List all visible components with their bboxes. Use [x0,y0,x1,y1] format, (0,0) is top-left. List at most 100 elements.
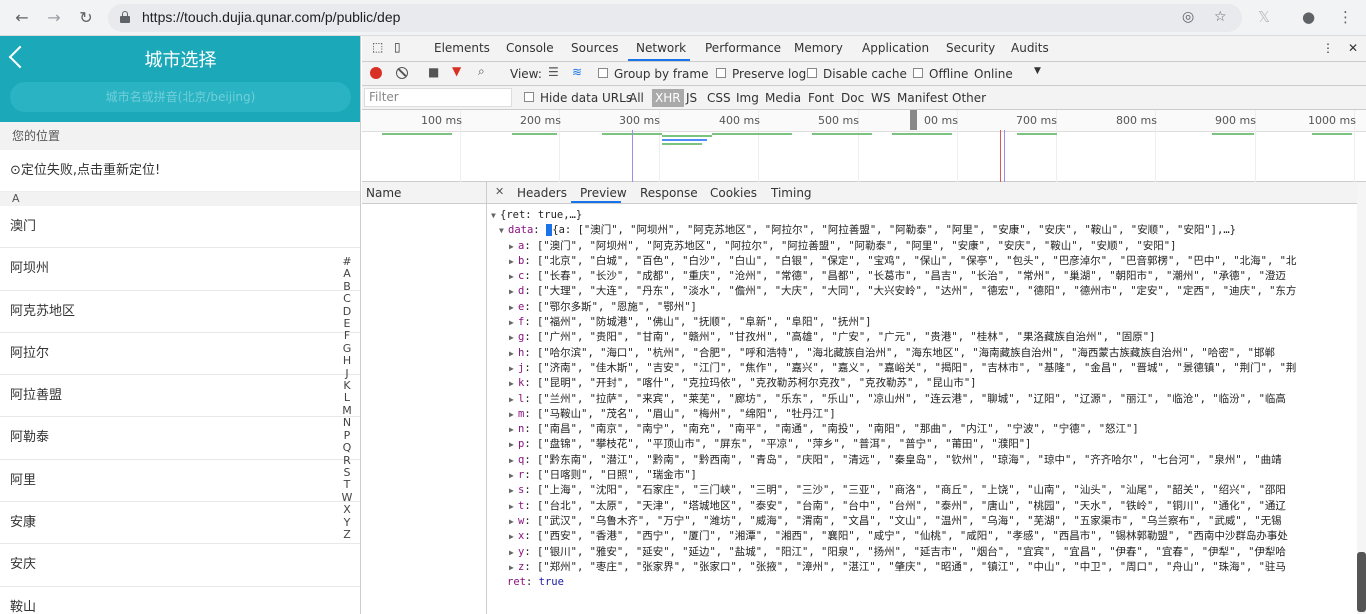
expand-triangle-icon[interactable]: ▶ [509,545,518,560]
name-column-header[interactable]: Name [362,182,486,204]
filter-type-doc[interactable]: Doc [841,91,864,105]
city-item[interactable]: 阿克苏地区 [0,291,360,333]
alpha-index-letter[interactable]: T [341,478,353,491]
expand-triangle-icon[interactable]: ▶ [509,437,518,452]
filter-type-manifest[interactable]: Manifest [897,91,948,105]
json-array-row[interactable]: ▶ n: ["南昌", "南京", "南宁", "南充", "南平", "南通",… [487,422,1357,437]
city-item[interactable]: 鞍山 [0,587,360,614]
throttle-select[interactable]: Online [974,67,1013,81]
city-item[interactable]: 阿勒泰 [0,417,360,460]
back-arrow-icon[interactable]: ← [12,8,32,28]
collapse-triangle-icon[interactable]: ▼ [491,208,500,223]
tab-cookies[interactable]: Cookies [710,186,757,200]
city-search-input[interactable]: 城市名或拼音(北京/beijing) [10,82,351,112]
group-by-frame-checkbox[interactable] [598,68,608,78]
alpha-index-letter[interactable]: X [341,503,353,516]
json-array-row[interactable]: ▶ m: ["马鞍山", "茂名", "眉山", "梅州", "绵阳", "牡丹江… [487,407,1357,422]
json-array-row[interactable]: ▶ x: ["西安", "香港", "西宁", "厦门", "湘潭", "湘西",… [487,529,1357,544]
relocate-button[interactable]: ⊙定位失败,点击重新定位! [0,150,360,192]
tab-headers[interactable]: Headers [517,186,567,200]
alpha-index-letter[interactable]: C [341,292,353,305]
tab-security[interactable]: Security [946,41,995,55]
expand-triangle-icon[interactable]: ▶ [509,300,518,315]
json-array-row[interactable]: ▶ l: ["兰州", "拉萨", "来宾", "莱芜", "廊坊", "乐东",… [487,392,1357,407]
json-array-row[interactable]: ▶ z: ["郑州", "枣庄", "张家界", "张家口", "张掖", "漳州… [487,560,1357,575]
large-rows-icon[interactable]: ☰ [548,65,559,79]
tab-memory[interactable]: Memory [794,41,843,55]
offline-checkbox[interactable] [913,68,923,78]
alpha-index-letter[interactable]: Z [341,528,353,541]
alpha-index-letter[interactable]: N [341,416,353,429]
collapse-triangle-icon[interactable]: ▼ [499,223,508,238]
alpha-index-letter[interactable]: H [341,354,353,367]
preserve-log-checkbox[interactable] [716,68,726,78]
forward-arrow-icon[interactable]: → [44,8,64,28]
close-detail-icon[interactable]: ✕ [495,185,504,198]
expand-triangle-icon[interactable]: ▶ [509,254,518,269]
expand-triangle-icon[interactable]: ▶ [509,422,518,437]
city-item[interactable]: 阿拉善盟 [0,375,360,418]
tab-preview[interactable]: Preview [580,186,627,200]
json-array-row[interactable]: ▶ q: ["黔东南", "潜江", "黔南", "黔西南", "青岛", "庆阳… [487,453,1357,468]
tab-application[interactable]: Application [862,41,929,55]
json-array-row[interactable]: ▶ r: ["日喀则", "日照", "瑞金市"] [487,468,1357,483]
filter-type-js[interactable]: JS [686,91,697,105]
json-array-row[interactable]: ▶ e: ["鄂尔多斯", "恩施", "鄂州"] [487,300,1357,315]
devtools-close-icon[interactable]: ✕ [1348,41,1358,55]
scrollbar-thumb[interactable] [1357,552,1366,612]
expand-triangle-icon[interactable]: ▶ [509,407,518,422]
json-array-row[interactable]: ▶ y: ["银川", "雅安", "延安", "延边", "盐城", "阳江",… [487,545,1357,560]
city-item[interactable]: 澳门 [0,206,360,249]
waterfall-icon[interactable]: ≋ [572,65,582,79]
bookmark-star-icon[interactable]: ☆ [1214,9,1227,25]
screenshot-camera-icon[interactable]: ■ [428,65,439,79]
filter-type-img[interactable]: Img [736,91,759,105]
json-array-row[interactable]: ▶ p: ["盘锦", "攀枝花", "平顶山市", "屏东", "平凉", "萍… [487,437,1357,452]
expand-triangle-icon[interactable]: ▶ [509,499,518,514]
filter-type-media[interactable]: Media [765,91,801,105]
tab-timing[interactable]: Timing [771,186,812,200]
alpha-index-letter[interactable]: L [341,392,353,405]
json-root-line[interactable]: ▼ {ret: true,…} [487,208,1357,223]
city-item[interactable]: 安庆 [0,544,360,587]
network-timeline-overview[interactable]: 100 ms 200 ms 300 ms 400 ms 500 ms 00 ms… [362,110,1366,182]
tab-performance[interactable]: Performance [705,41,781,55]
alpha-index-letter[interactable]: Q [341,441,353,454]
expand-triangle-icon[interactable]: ▶ [509,361,518,376]
throttle-dropdown-icon[interactable]: ▼ [1034,66,1041,76]
json-array-row[interactable]: ▶ a: ["澳门", "阿坝州", "阿克苏地区", "阿拉尔", "阿拉善盟"… [487,239,1357,254]
extension-icon[interactable]: 𝕏 [1258,8,1270,26]
tab-network[interactable]: Network [636,41,686,55]
devtools-menu-icon[interactable]: ⋮ [1322,41,1334,55]
json-array-row[interactable]: ▶ b: ["北京", "白城", "百色", "白沙", "白山", "白银",… [487,254,1357,269]
json-array-row[interactable]: ▶ d: ["大理", "大连", "丹东", "淡水", "儋州", "大庆",… [487,284,1357,299]
tab-audits[interactable]: Audits [1011,41,1049,55]
filter-type-css[interactable]: CSS [707,91,731,105]
json-array-row[interactable]: ▶ t: ["台北", "太原", "天津", "塔城地区", "泰安", "台南… [487,499,1357,514]
record-icon[interactable] [370,67,382,79]
json-array-row[interactable]: ▶ w: ["武汉", "乌鲁木齐", "万宁", "潍坊", "威海", "渭南… [487,514,1357,529]
clear-icon[interactable] [396,67,408,79]
expand-triangle-icon[interactable]: ▶ [509,269,518,284]
reload-icon[interactable]: ↻ [76,8,96,28]
json-array-row[interactable]: ▶ j: ["济南", "佳木斯", "吉安", "江门", "焦作", "嘉兴"… [487,361,1357,376]
expand-triangle-icon[interactable]: ▶ [509,514,518,529]
filter-type-xhr[interactable]: XHR [652,89,684,107]
chrome-menu-icon[interactable]: ⋮ [1338,8,1353,26]
json-data-line[interactable]: ▼ data: {a: ["澳门", "阿坝州", "阿克苏地区", "阿拉尔",… [487,223,1357,238]
alpha-index-letter[interactable]: A [341,267,353,280]
json-array-row[interactable]: ▶ f: ["福州", "防城港", "佛山", "抚顺", "阜新", "阜阳"… [487,315,1357,330]
city-item[interactable]: 阿拉尔 [0,333,360,376]
address-bar[interactable]: https://touch.dujia.qunar.com/p/public/d… [108,4,1242,32]
filter-funnel-icon[interactable]: ▼ [452,64,461,78]
expand-triangle-icon[interactable]: ▶ [509,330,518,345]
expand-triangle-icon[interactable]: ▶ [509,392,518,407]
filter-type-font[interactable]: Font [808,91,834,105]
profile-avatar-icon[interactable]: ● [1302,8,1315,26]
location-target-icon[interactable]: ◎ [1182,9,1194,25]
tab-sources[interactable]: Sources [571,41,618,55]
search-icon[interactable]: ⌕ [478,64,485,79]
tab-elements[interactable]: Elements [434,41,490,55]
expand-triangle-icon[interactable]: ▶ [509,239,518,254]
json-array-row[interactable]: ▶ h: ["哈尔滨", "海口", "杭州", "合肥", "呼和浩特", "海… [487,346,1357,361]
